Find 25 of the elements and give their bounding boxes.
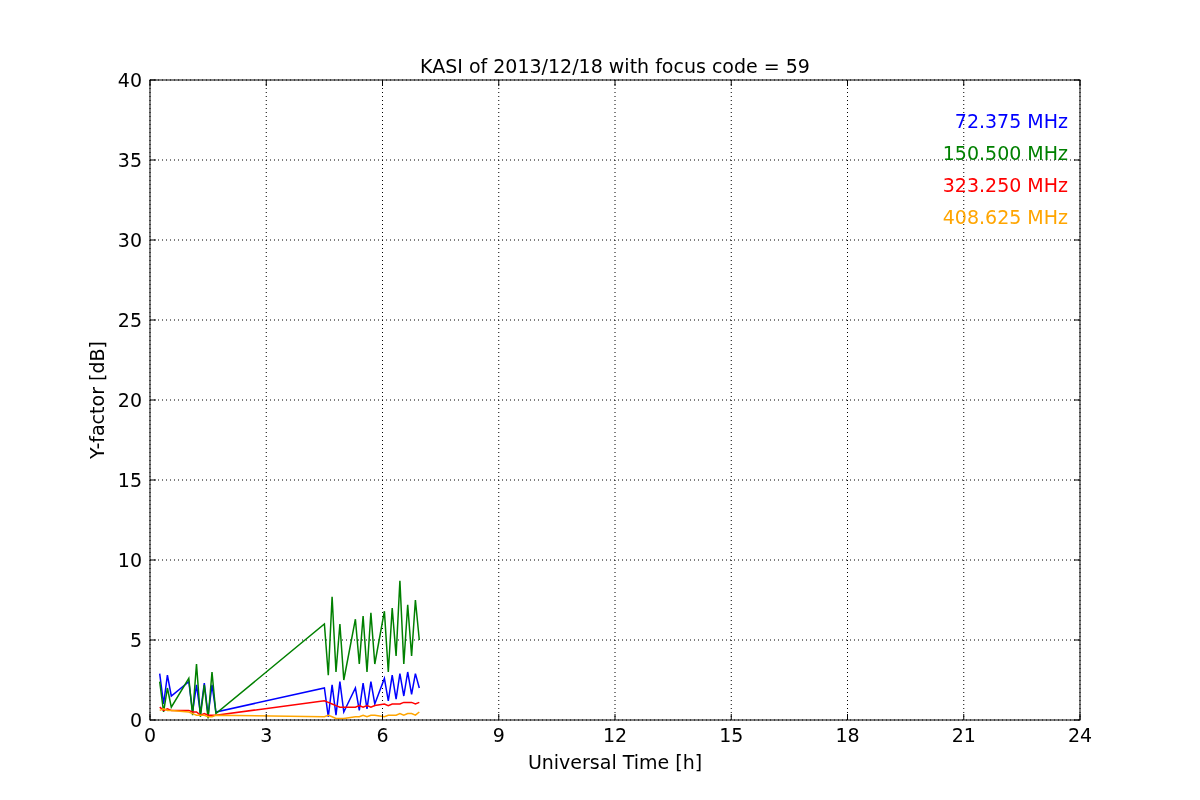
tick-label: 6 [376,724,389,746]
chart-title: KASI of 2013/12/18 with focus code = 59 [420,55,810,77]
tick-label: 10 [117,549,142,571]
axis-label: Universal Time [h] [527,751,703,773]
tick-label: 5 [129,629,142,651]
tick-label: 35 [117,149,142,171]
tick-label: 15 [117,469,142,491]
tick-label: 15 [719,724,744,746]
legend-label: 150.500 MHz [942,142,1068,164]
tick-label: 0 [129,709,142,731]
tick-label: 21 [951,724,976,746]
tick-label: 12 [602,724,628,746]
legend-label: 323.250 MHz [942,174,1068,196]
tick-label: 3 [260,724,273,746]
tick-label: 9 [492,724,505,746]
legend-label: 72.375 MHz [954,110,1068,132]
tick-label: 25 [117,309,142,331]
legend-label: 408.625 MHz [942,206,1068,228]
tick-label: 18 [835,724,860,746]
tick-label: 40 [117,69,142,91]
tick-label: 30 [117,229,142,251]
axis-label: Y-factor [dB] [86,341,108,459]
tick-label: 0 [143,724,157,746]
tick-label: 20 [117,389,142,411]
tick-label: 24 [1067,724,1093,746]
